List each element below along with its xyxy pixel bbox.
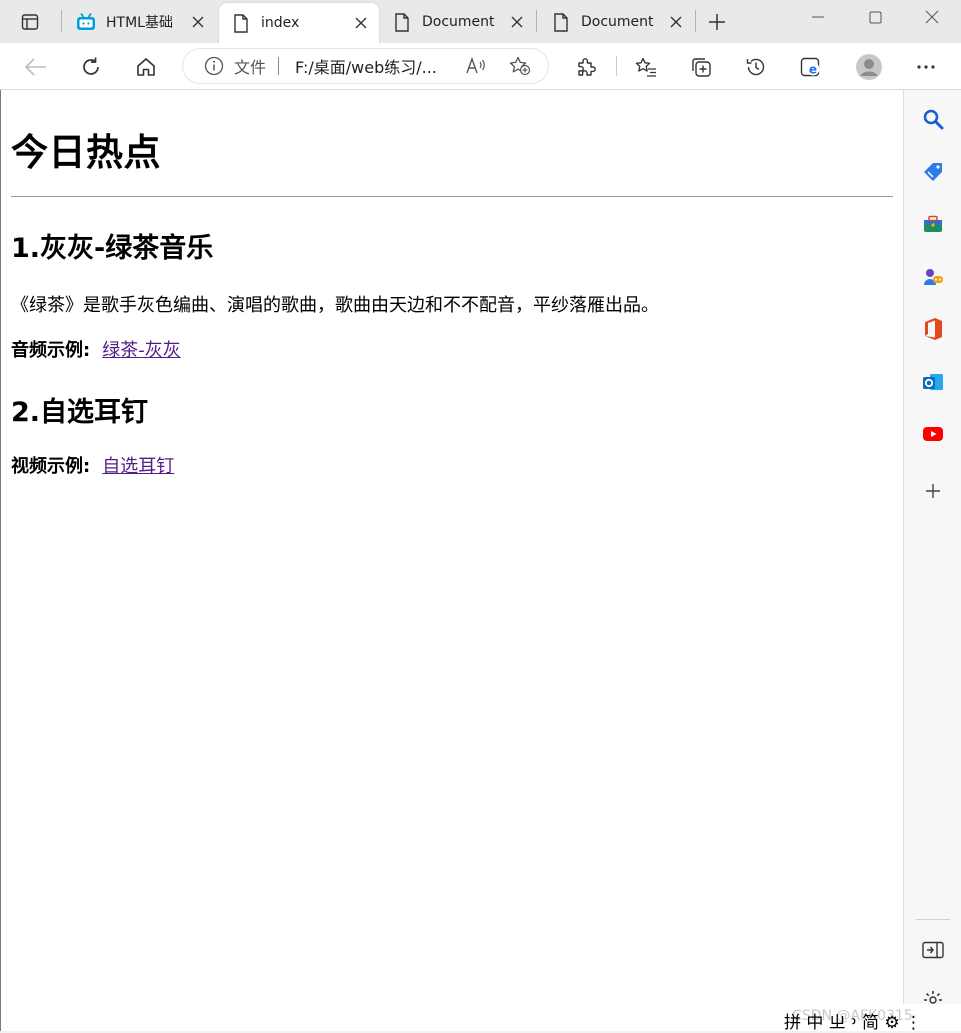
- horizontal-rule: [11, 196, 893, 197]
- plus-icon: [926, 484, 940, 498]
- audio-link[interactable]: 绿茶-灰灰: [102, 340, 181, 361]
- refresh-button[interactable]: [75, 51, 107, 83]
- games-icon: [924, 269, 943, 285]
- tab-html-basics[interactable]: HTML基础: [64, 4, 216, 40]
- tab-separator: [695, 10, 696, 32]
- csdn-watermark: CSDN @AFK0315: [792, 1008, 913, 1024]
- maximize-icon: [869, 11, 881, 23]
- home-button[interactable]: [130, 51, 162, 83]
- history-icon: [746, 58, 765, 76]
- extensions-button[interactable]: [570, 51, 602, 83]
- item2-heading: 2.自选耳钉: [11, 397, 149, 428]
- history-button[interactable]: [740, 51, 772, 83]
- url-text[interactable]: F:/桌面/web练习/...: [295, 54, 437, 78]
- tab-actions-icon: [21, 14, 39, 30]
- sidebar-outlook-button[interactable]: [920, 369, 946, 395]
- sidebar-office-button[interactable]: [920, 316, 946, 342]
- page-viewport: 今日热点 1.灰灰-绿茶音乐 《绿茶》是歌手灰色编曲、演唱的歌曲，歌曲由天边和不…: [0, 90, 903, 1031]
- tab-strip: HTML基础 index Document Document: [0, 0, 961, 43]
- page-icon: [392, 12, 412, 32]
- collections-button[interactable]: [685, 51, 717, 83]
- tab-label: HTML基础: [106, 15, 173, 31]
- address-bar[interactable]: 文件 F:/桌面/web练习/...: [182, 48, 549, 84]
- plus-icon: [709, 14, 725, 30]
- sidebar-shopping-button[interactable]: [920, 159, 946, 185]
- close-window-button[interactable]: [917, 6, 947, 28]
- video-example: 视频示例: 自选耳钉: [11, 452, 174, 478]
- tab-label: Document: [422, 14, 495, 30]
- shopping-tag-icon: [924, 163, 942, 181]
- browser-toolbar: 文件 F:/桌面/web练习/... e: [0, 43, 961, 90]
- sidebar-games-button[interactable]: [920, 264, 946, 290]
- sidebar-search-button[interactable]: [920, 106, 946, 132]
- refresh-icon: [83, 57, 99, 75]
- sidebar-youtube-button[interactable]: [920, 421, 946, 447]
- close-tab-icon[interactable]: [668, 14, 684, 30]
- sidebar-divider: [916, 919, 950, 920]
- page-title: 今日热点: [11, 131, 161, 174]
- new-tab-button[interactable]: [703, 9, 731, 35]
- puzzle-icon: [578, 58, 596, 76]
- bilibili-icon: [76, 12, 96, 32]
- tab-label: Document: [581, 14, 654, 30]
- more-dots-icon: [917, 65, 935, 69]
- tab-document-2[interactable]: Document: [539, 4, 694, 40]
- hide-sidebar-icon: [922, 941, 944, 959]
- tab-index[interactable]: index: [219, 3, 379, 43]
- sidebar-hide-button[interactable]: [920, 937, 946, 963]
- sidebar-add-button[interactable]: [920, 478, 946, 504]
- page-icon: [231, 13, 251, 33]
- close-tab-icon[interactable]: [509, 14, 525, 30]
- collections-icon: [692, 58, 711, 77]
- toolbar-separator: [616, 56, 617, 76]
- tab-document-1[interactable]: Document: [380, 4, 535, 40]
- close-icon: [925, 10, 939, 24]
- tab-separator: [536, 10, 537, 32]
- item1-heading: 1.灰灰-绿茶音乐: [11, 233, 214, 264]
- toolbox-icon: [924, 215, 942, 232]
- info-icon[interactable]: [204, 56, 224, 76]
- address-divider: [278, 57, 280, 75]
- tab-separator: [61, 10, 62, 32]
- outlook-icon: [923, 374, 943, 390]
- svg-text:e: e: [809, 63, 817, 77]
- add-favorite-icon[interactable]: [509, 56, 531, 76]
- video-label: 视频示例:: [11, 456, 91, 477]
- tab-label: index: [261, 15, 300, 31]
- youtube-icon: [923, 427, 943, 441]
- favorites-button[interactable]: [630, 51, 662, 83]
- edge-sidebar: [903, 90, 961, 1031]
- search-icon: [923, 109, 944, 130]
- home-icon: [137, 58, 155, 76]
- back-arrow-icon: [25, 58, 46, 76]
- close-tab-icon[interactable]: [353, 15, 369, 31]
- back-button[interactable]: [20, 51, 52, 83]
- video-link[interactable]: 自选耳钉: [102, 456, 174, 477]
- office-icon: [925, 318, 942, 340]
- tab-actions-button[interactable]: [10, 8, 50, 36]
- page-icon: [551, 12, 571, 32]
- settings-more-button[interactable]: [910, 51, 942, 83]
- read-aloud-icon[interactable]: [465, 56, 487, 76]
- ie-mode-button[interactable]: e: [795, 51, 827, 83]
- ie-mode-icon: e: [800, 57, 820, 77]
- minimize-button[interactable]: [803, 6, 833, 28]
- audio-example: 音频示例: 绿茶-灰灰: [11, 336, 181, 362]
- avatar-icon: [856, 54, 882, 80]
- protocol-label: 文件: [234, 58, 267, 77]
- maximize-button[interactable]: [860, 6, 890, 28]
- minimize-icon: [812, 16, 824, 18]
- sidebar-tools-button[interactable]: [920, 211, 946, 237]
- ime-status-bar[interactable]: CSDN @AFK0315 拼 中 ㄓ ᠈ 简 ⚙ ⋮: [778, 1004, 961, 1033]
- audio-label: 音频示例:: [11, 340, 91, 361]
- item1-description: 《绿茶》是歌手灰色编曲、演唱的歌曲，歌曲由天边和不不配音，平纱落雁出品。: [11, 295, 659, 316]
- favorites-list-icon: [635, 57, 656, 77]
- close-tab-icon[interactable]: [190, 14, 206, 30]
- profile-button[interactable]: [852, 50, 886, 84]
